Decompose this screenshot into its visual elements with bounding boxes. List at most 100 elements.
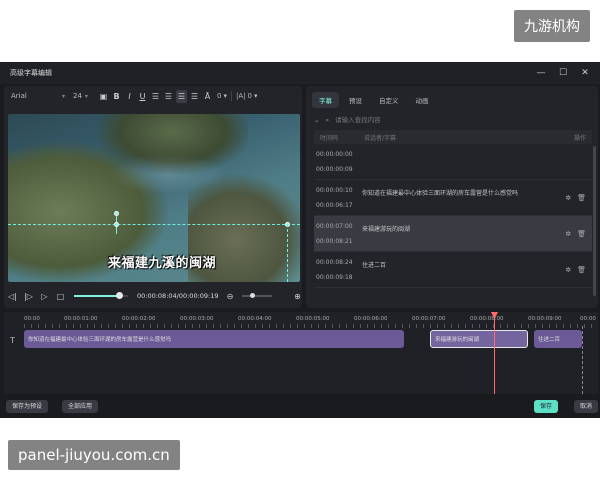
end-time: 00:00:00:09 <box>316 165 353 173</box>
subtitle-clip[interactable]: 来福建游玩的闽湖 <box>430 330 528 348</box>
subtitle-clip[interactable]: 住进二百 <box>534 330 582 348</box>
spacing-value[interactable]: 0 <box>217 92 221 100</box>
line-height-icon: |A| <box>235 92 246 100</box>
watermark-logo: 九游机构 <box>514 10 590 42</box>
settings-icon[interactable]: ✲ <box>565 230 571 238</box>
tick-label: 00:00:06:00 <box>354 316 388 322</box>
chevron-down-icon: ▾ <box>84 92 88 100</box>
delete-icon[interactable]: 🗑︎ <box>577 194 586 202</box>
underline-button[interactable]: U <box>137 90 148 103</box>
chevron-down-icon: ▾ <box>61 92 65 100</box>
tick-label: 00:00:05:00 <box>296 316 330 322</box>
play-icon[interactable]: ▷ <box>40 292 49 301</box>
zoom-out-icon[interactable]: ⊖ <box>226 292 235 301</box>
subtitle-text[interactable]: 你知道在福建最中心体验三面环湖的房车露营是什么感觉吗 <box>354 188 562 197</box>
text-format-toolbar: Arial ▾ 24 ▾ ▣ B I U ☰ ☰ ☰ ☰ Ā 0 ▾ |A| 0… <box>8 88 302 104</box>
subtitle-editor-window: 高级字幕编辑 — ☐ ✕ Arial ▾ 24 ▾ ▣ B I U ☰ ☰ ☰ … <box>0 62 600 418</box>
cancel-button[interactable]: 取消 <box>574 400 599 413</box>
list-item[interactable]: 00:00:00:00 00:00:00:09 <box>314 144 592 180</box>
progress-fill <box>74 295 119 297</box>
tick-label: 00:00:08:00 <box>470 316 504 322</box>
font-select-value: Arial <box>11 92 27 100</box>
align-left-icon[interactable]: ☰ <box>150 90 161 103</box>
window-title: 高级字幕编辑 <box>10 69 52 77</box>
zoom-in-icon[interactable]: ⊕ <box>293 292 302 301</box>
list-header: 时间码 说话者/字幕 操作 <box>314 130 592 144</box>
settings-icon[interactable]: ✲ <box>565 194 571 202</box>
close-button[interactable]: ✕ <box>574 62 596 84</box>
tick-label: 00:00:03:00 <box>180 316 214 322</box>
start-time: 00:00:07:00 <box>316 222 353 230</box>
subtitle-overlay-text[interactable]: 来福建九溪的闽湖 <box>108 252 216 271</box>
tab-subtitle[interactable]: 字幕 <box>312 92 339 108</box>
subtitle-bounding-line-right <box>287 224 288 282</box>
start-time: 00:00:00:10 <box>316 186 353 194</box>
align-right-icon[interactable]: ☰ <box>189 90 200 103</box>
font-size-select[interactable]: 24 ▾ <box>70 90 96 103</box>
italic-button[interactable]: I <box>124 90 135 103</box>
end-marker <box>582 326 583 394</box>
subtitle-list: 时间码 说话者/字幕 操作 00:00:00:00 00:00:00:09 00… <box>314 130 592 302</box>
search-row: ⌄ ⌕ <box>314 114 592 126</box>
tick-label: 00:00:01:00 <box>64 316 98 322</box>
settings-icon[interactable]: ✲ <box>565 266 571 274</box>
tick-label: 00:00:02:00 <box>122 316 156 322</box>
list-item[interactable]: 00:00:07:00 00:00:08:21 来福建游玩的闽湖 ✲ 🗑︎ <box>314 216 592 252</box>
step-back-icon[interactable]: ◁| <box>8 292 17 301</box>
timecode-readout: 00:00:08:04/00:00:09:19 <box>137 292 219 300</box>
divider <box>230 91 232 101</box>
list-item[interactable]: 00:00:00:10 00:00:06:17 你知道在福建最中心体验三面环湖的… <box>314 180 592 216</box>
delete-icon[interactable]: 🗑︎ <box>577 266 586 274</box>
tab-animation[interactable]: 动画 <box>409 92 436 108</box>
time-ruler[interactable]: 00:00 00:00:01:00 00:00:02:00 00:00:03:0… <box>24 314 598 328</box>
tab-preset[interactable]: 预设 <box>342 92 369 108</box>
align-left-alt-icon[interactable]: ☰ <box>163 90 174 103</box>
resize-handle-left[interactable] <box>114 222 119 227</box>
step-forward-icon[interactable]: |▷ <box>24 292 33 301</box>
subtitle-clip[interactable]: 你知道在福建最中心体验三面环湖的房车露营是什么感觉吗 <box>24 330 404 348</box>
progress-knob[interactable] <box>115 292 123 299</box>
col-header-op: 操作 <box>573 134 586 142</box>
list-item[interactable]: 00:00:08:24 00:00:09:18 住进二百 ✲ 🗑︎ <box>314 252 592 288</box>
col-header-time: 时间码 <box>320 134 339 142</box>
bold-button[interactable]: B <box>111 90 122 103</box>
subtitle-bounding-line <box>8 224 300 225</box>
tab-custom[interactable]: 自定义 <box>372 92 406 108</box>
playback-progress[interactable] <box>74 292 128 299</box>
start-time: 00:00:00:00 <box>316 150 353 158</box>
text-color-icon[interactable]: ▣ <box>98 90 109 103</box>
text-spacing-icon[interactable]: Ā <box>202 90 213 103</box>
end-time: 00:00:06:17 <box>316 201 353 209</box>
text-track-icon: T <box>10 336 15 345</box>
timeline: 00:00 00:00:01:00 00:00:02:00 00:00:03:0… <box>4 312 598 394</box>
rotate-handle[interactable] <box>114 211 119 216</box>
save-as-preset-button[interactable]: 保存为预设 <box>6 400 49 413</box>
watermark-url: panel-jiuyou.com.cn <box>8 440 180 470</box>
apply-all-button[interactable]: 全部应用 <box>62 400 99 413</box>
zoom-slider[interactable] <box>241 293 272 298</box>
video-preview[interactable]: 来福建九溪的闽湖 <box>8 114 300 282</box>
delete-icon[interactable]: 🗑︎ <box>577 230 586 238</box>
chevron-down-icon[interactable]: ⌄ <box>314 116 319 124</box>
footer-bar: 保存为预设 全部应用 保存 取消 <box>0 396 600 418</box>
save-button[interactable]: 保存 <box>534 400 559 413</box>
start-time: 00:00:08:24 <box>316 258 353 266</box>
minimize-button[interactable]: — <box>530 62 552 84</box>
tick-label: 00:00:09:00 <box>528 316 562 322</box>
align-center-icon[interactable]: ☰ <box>176 89 187 103</box>
font-select[interactable]: Arial ▾ <box>8 90 68 103</box>
playhead[interactable] <box>494 312 495 394</box>
player-controls: ◁| |▷ ▷ □ 00:00:08:04/00:00:09:19 ⊖ ⊕ <box>8 288 302 304</box>
preview-panel: Arial ▾ 24 ▾ ▣ B I U ☰ ☰ ☰ ☰ Ā 0 ▾ |A| 0… <box>4 86 302 308</box>
scrollbar[interactable] <box>593 146 596 296</box>
search-input[interactable] <box>335 116 536 124</box>
end-time: 00:00:08:21 <box>316 237 353 245</box>
stop-icon[interactable]: □ <box>56 292 65 301</box>
subtitle-text[interactable]: 住进二百 <box>354 260 562 269</box>
line-height-value[interactable]: 0 <box>248 92 252 100</box>
col-header-text: 说话者/字幕 <box>364 134 397 142</box>
subtitle-list-panel: 字幕 预设 自定义 动画 ⌄ ⌕ 时间码 说话者/字幕 操作 00:00:00:… <box>306 86 598 308</box>
title-bar: 高级字幕编辑 — ☐ ✕ <box>0 62 600 84</box>
maximize-button[interactable]: ☐ <box>552 62 574 84</box>
subtitle-text[interactable]: 来福建游玩的闽湖 <box>354 224 562 233</box>
